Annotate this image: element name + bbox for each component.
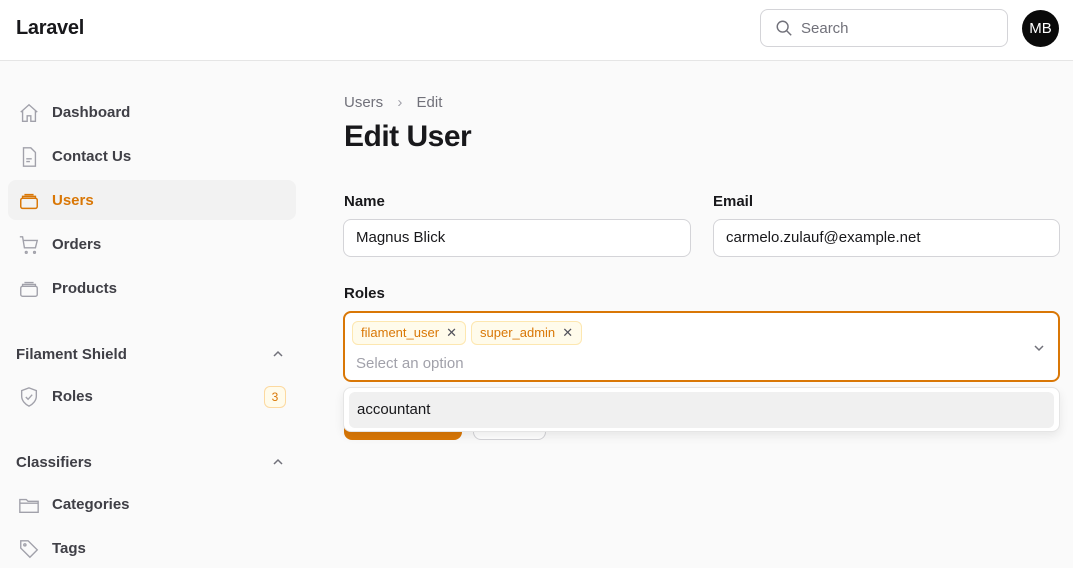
sidebar-item-label: Users: [52, 191, 94, 209]
sidebar-item-label: Tags: [52, 539, 86, 557]
email-field[interactable]: carmelo.zulauf@example.net: [713, 219, 1060, 257]
breadcrumb-users[interactable]: Users: [344, 94, 383, 111]
sidebar-item-orders[interactable]: Orders: [8, 224, 296, 264]
folder-icon: [19, 498, 39, 514]
chevron-down-icon[interactable]: [1032, 341, 1046, 355]
breadcrumb: Users › Edit: [344, 94, 442, 111]
roles-dropdown: accountant: [343, 387, 1060, 432]
name-field[interactable]: Magnus Blick: [343, 219, 691, 257]
sidebar-item-label: Products: [52, 279, 118, 297]
remove-icon[interactable]: ✕: [562, 322, 573, 344]
roles-label: Roles: [344, 285, 385, 302]
group-classifiers[interactable]: Classifiers: [16, 454, 92, 471]
role-tag: filament_user ✕: [352, 321, 467, 345]
sidebar-item-categories[interactable]: Categories: [8, 484, 296, 524]
role-tag: super_admin ✕: [471, 321, 583, 345]
sidebar-item-label: Roles: [52, 387, 93, 405]
search-input[interactable]: Search: [760, 9, 1008, 47]
page-title: Edit User: [344, 120, 472, 153]
chevron-up-icon[interactable]: [271, 347, 285, 361]
search-icon: [776, 20, 792, 36]
stack-icon: [20, 193, 38, 210]
home-icon: [20, 103, 38, 122]
sidebar-item-contact-us[interactable]: Contact Us: [8, 136, 296, 176]
roles-count-badge: 3: [264, 386, 286, 408]
cart-icon: [19, 236, 39, 254]
sidebar-item-label: Contact Us: [52, 147, 132, 165]
breadcrumb-edit: Edit: [416, 94, 443, 111]
sidebar-item-roles[interactable]: Roles 3: [8, 376, 296, 416]
sidebar-item-products[interactable]: Products: [8, 268, 296, 308]
sidebar-item-tags[interactable]: Tags: [8, 528, 296, 568]
role-tag-label: filament_user: [361, 325, 440, 340]
email-label: Email: [713, 193, 754, 210]
role-tag-label: super_admin: [480, 325, 556, 340]
option-accountant[interactable]: accountant: [349, 392, 1054, 428]
avatar[interactable]: MB: [1022, 10, 1059, 47]
sidebar-item-users[interactable]: Users: [8, 180, 296, 220]
shield-check-icon: [20, 387, 38, 407]
document-icon: [22, 147, 37, 167]
search-placeholder: Search: [801, 20, 849, 37]
chevron-right-icon: ›: [397, 94, 403, 111]
tag-icon: [20, 540, 39, 559]
remove-icon[interactable]: ✕: [446, 322, 457, 344]
name-label: Name: [344, 193, 385, 210]
sidebar-item-label: Orders: [52, 235, 102, 253]
sidebar-item-label: Dashboard: [52, 103, 131, 121]
stack-icon: [20, 281, 38, 298]
sidebar-item-label: Categories: [52, 495, 130, 513]
roles-select[interactable]: filament_user ✕ super_admin ✕ Select an op…: [343, 311, 1060, 382]
group-filament-shield[interactable]: Filament Shield: [16, 346, 127, 363]
chevron-up-icon[interactable]: [271, 455, 285, 469]
top-bar: Laravel Search MB: [0, 0, 1073, 61]
roles-search-input[interactable]: Select an option: [356, 355, 464, 372]
sidebar-item-dashboard[interactable]: Dashboard: [8, 92, 296, 132]
brand-logo[interactable]: Laravel: [16, 17, 84, 40]
